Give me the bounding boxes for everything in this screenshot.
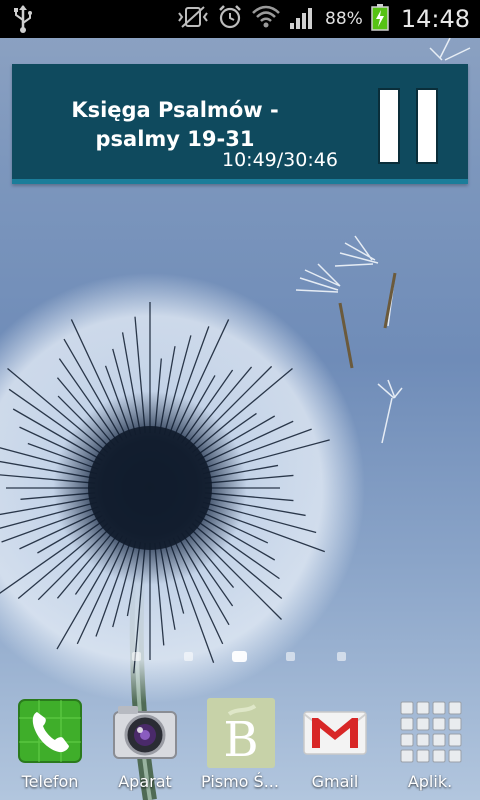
phone-icon (17, 698, 83, 764)
gmail-icon (302, 698, 368, 764)
page-dot (184, 652, 193, 661)
camera-icon (112, 698, 178, 764)
dock-label-phone: Telefon (21, 772, 79, 791)
page-dot (337, 652, 346, 661)
dock-item-phone[interactable]: Telefon (2, 694, 98, 800)
alarm-icon (217, 4, 243, 34)
page-dot-active (232, 651, 247, 662)
dock-item-apps[interactable]: Aplik. (382, 694, 478, 800)
dock-label-camera: Aparat (118, 772, 172, 791)
signal-icon (289, 4, 317, 34)
dock-label-bible: Pismo Ś... (201, 772, 279, 791)
page-dot (132, 652, 141, 661)
dock-item-camera[interactable]: Aparat (97, 694, 193, 800)
dock-item-gmail[interactable]: Gmail (287, 694, 383, 800)
battery-charging-icon (371, 3, 389, 35)
battery-percent: 88% (325, 9, 363, 29)
apps-grid-icon (397, 698, 463, 764)
dock-item-bible[interactable]: B Pismo Ś... (192, 694, 288, 800)
dock-label-apps: Aplik. (407, 772, 453, 791)
dock-label-gmail: Gmail (311, 772, 359, 791)
status-bar: 88% 14:48 (0, 0, 480, 38)
track-time: 10:49/30:46 (222, 149, 338, 171)
pause-button[interactable] (376, 88, 442, 164)
dock: Telefon Aparat B Pismo Ś... Gmail Aplik. (0, 694, 480, 800)
svg-text:B: B (223, 712, 258, 768)
audio-player-widget[interactable]: Księga Psalmów - psalmy 19-31 10:49/30:4… (12, 64, 468, 184)
track-title: Księga Psalmów - psalmy 19-31 (71, 98, 279, 151)
home-screen: 88% 14:48 Księga Psalmów - psalmy 19-31 … (0, 0, 480, 800)
vibrate-icon (177, 5, 209, 33)
wifi-icon (251, 4, 281, 34)
status-clock: 14:48 (400, 5, 470, 33)
bible-app-icon: B (207, 698, 275, 768)
page-dot (286, 652, 295, 661)
usb-icon (12, 4, 34, 38)
page-indicator (0, 650, 480, 664)
